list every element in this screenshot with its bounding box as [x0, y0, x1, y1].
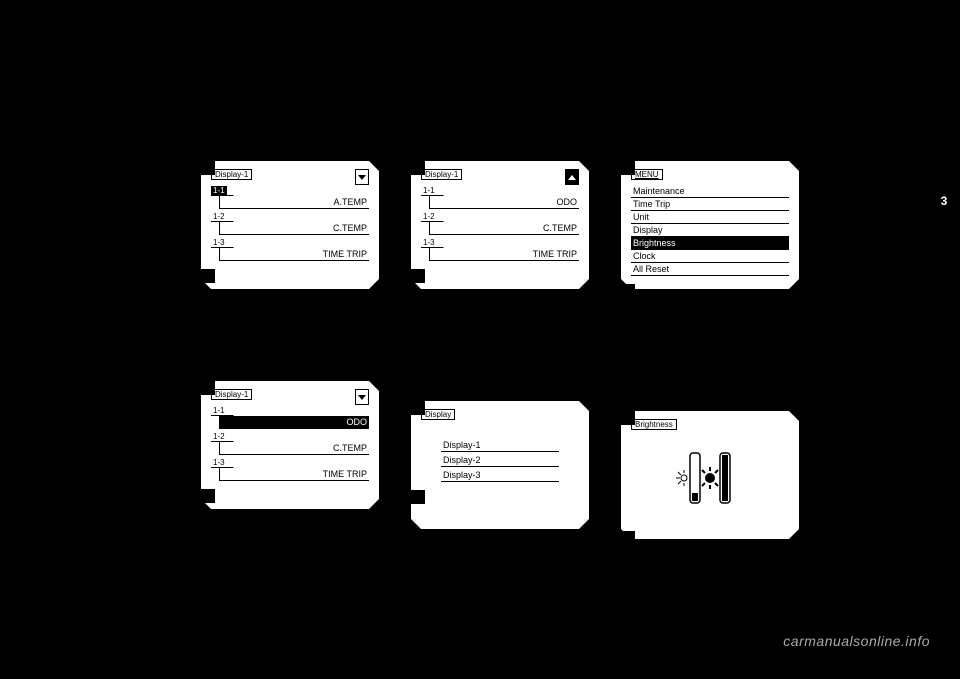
- watermark: carmanualsonline.info: [783, 633, 930, 649]
- row-tag: 1-3: [421, 238, 437, 248]
- menu-item: Display-3: [441, 469, 559, 482]
- menu-item: Unit: [631, 211, 789, 224]
- screen-title: Display-1: [211, 389, 252, 400]
- lcd-menu: MENU Maintenance Time Trip Unit Display …: [610, 150, 810, 350]
- scroll-up-icon: [565, 169, 579, 185]
- lcd-brightness: Brightness: [610, 370, 810, 570]
- row-value: C.TEMP: [219, 222, 369, 235]
- scroll-down-icon: [355, 169, 369, 185]
- row-value-selected: ODO: [219, 416, 369, 429]
- lcd-display-submenu: Display Display-1 Display-2 Display-3: [400, 370, 600, 570]
- lcd-display-2: Display-1 1-1ODO 1-2C.TEMP 1-3TIME TRIP: [400, 150, 600, 350]
- row-tag: 1-3: [211, 458, 227, 468]
- row-value: ODO: [429, 196, 579, 209]
- row-value: TIME TRIP: [429, 248, 579, 261]
- screen-grid: Display-1 1-1A.TEMP 1-2C.TEMP 1-3TIME TR…: [190, 150, 810, 570]
- row-tag: 1-2: [211, 432, 227, 442]
- menu-item: Display-1: [441, 439, 559, 452]
- row-tag: 1-2: [421, 212, 437, 222]
- screen-title: Display: [421, 409, 455, 420]
- menu-item: Time Trip: [631, 198, 789, 211]
- row-value: C.TEMP: [429, 222, 579, 235]
- menu-item: Clock: [631, 250, 789, 263]
- brightness-icon: [631, 433, 789, 523]
- lcd-display-1: Display-1 1-1A.TEMP 1-2C.TEMP 1-3TIME TR…: [190, 150, 390, 350]
- screen-title: Display-1: [421, 169, 462, 180]
- menu-item: Maintenance: [631, 185, 789, 198]
- row-value: C.TEMP: [219, 442, 369, 455]
- row-tag: 1-1: [421, 186, 437, 196]
- page-number-tab: 3: [933, 190, 955, 212]
- row-value: TIME TRIP: [219, 248, 369, 261]
- scroll-down-icon: [355, 389, 369, 405]
- row-tag: 1-2: [211, 212, 227, 222]
- screen-title: Brightness: [631, 419, 677, 430]
- screen-title: MENU: [631, 169, 663, 180]
- row-value: A.TEMP: [219, 196, 369, 209]
- menu-item: Display: [631, 224, 789, 237]
- menu-item: Display-2: [441, 454, 559, 467]
- row-tag: 1-3: [211, 238, 227, 248]
- row-tag: 1-1: [211, 186, 227, 196]
- menu-item: All Reset: [631, 263, 789, 276]
- row-tag: 1-1: [211, 406, 227, 416]
- lcd-display-4: Display-1 1-1ODO 1-2C.TEMP 1-3TIME TRIP: [190, 370, 390, 570]
- screen-title: Display-1: [211, 169, 252, 180]
- menu-item-selected: Brightness: [631, 237, 789, 250]
- row-value: TIME TRIP: [219, 468, 369, 481]
